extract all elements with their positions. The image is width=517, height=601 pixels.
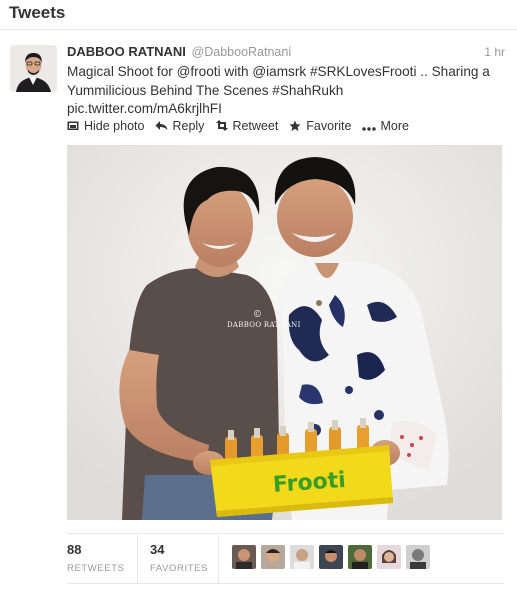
avatar-image bbox=[10, 45, 57, 92]
stats-separator bbox=[137, 534, 138, 583]
more-label: More bbox=[380, 119, 409, 133]
author-fullname[interactable]: DABBOO RATNANI bbox=[67, 44, 186, 59]
tweet-stats: 88 RETWEETS 34 FAVORITES bbox=[67, 534, 504, 583]
favorite-button[interactable]: Favorite bbox=[289, 119, 351, 133]
favoriter-avatar[interactable] bbox=[348, 545, 372, 569]
tweet-header: DABBOO RATNANI @DabbooRatnani bbox=[67, 44, 291, 59]
favoriter-avatar[interactable] bbox=[290, 545, 314, 569]
favoriter-avatar[interactable] bbox=[377, 545, 401, 569]
retweet-label: Retweet bbox=[232, 119, 279, 133]
stats-divider-bottom bbox=[67, 583, 504, 584]
photo-image: © DABBOO RATNANI Frooti bbox=[67, 145, 502, 520]
retweets-label: RETWEETS bbox=[67, 563, 125, 574]
author-avatar[interactable] bbox=[10, 45, 57, 92]
retweets-count: 88 bbox=[67, 542, 82, 557]
stats-separator bbox=[218, 534, 219, 583]
favorites-stat[interactable]: 34 FAVORITES bbox=[150, 542, 208, 574]
favorites-count: 34 bbox=[150, 542, 165, 557]
favoriter-avatar[interactable] bbox=[232, 545, 256, 569]
retweet-button[interactable]: Retweet bbox=[215, 119, 278, 133]
mention-frooti[interactable]: @frooti bbox=[177, 64, 221, 79]
favoriter-avatar[interactable] bbox=[261, 545, 285, 569]
favoriter-avatar[interactable] bbox=[319, 545, 343, 569]
crate-brand: Frooti bbox=[272, 468, 346, 498]
reply-button[interactable]: Reply bbox=[155, 119, 204, 133]
timeline-title: Tweets bbox=[9, 3, 66, 22]
star-icon bbox=[289, 120, 302, 132]
hashtag-shahrukh[interactable]: #ShahRukh bbox=[272, 83, 343, 98]
photo-icon bbox=[67, 120, 80, 132]
photo-link[interactable]: pic.twitter.com/mA6krjlhFI bbox=[67, 101, 222, 116]
favorite-label: Favorite bbox=[306, 119, 352, 133]
photo-watermark-text: DABBOO RATNANI bbox=[227, 321, 301, 329]
more-button[interactable]: More bbox=[362, 119, 409, 133]
hashtag-srklovesfrooti[interactable]: #SRKLovesFrooti bbox=[310, 64, 417, 79]
favorites-label: FAVORITES bbox=[150, 563, 209, 574]
reply-icon bbox=[155, 120, 168, 132]
reply-label: Reply bbox=[172, 119, 205, 133]
retweet-icon bbox=[215, 120, 229, 132]
favoriter-avatars bbox=[232, 545, 435, 569]
tweet-actions: Hide photo Reply Retweet Favorite More bbox=[67, 118, 420, 134]
tweet-timestamp[interactable]: 1 hr bbox=[484, 45, 505, 59]
mention-iamsrk[interactable]: @iamsrk bbox=[252, 64, 306, 79]
timeline-header: Tweets bbox=[0, 0, 517, 30]
author-username[interactable]: @DabbooRatnani bbox=[192, 45, 292, 59]
photo-watermark-symbol: © bbox=[253, 310, 262, 320]
hide-photo-button[interactable]: Hide photo bbox=[67, 119, 144, 133]
tweet-text: Magical Shoot for @frooti with @iamsrk #… bbox=[67, 63, 507, 119]
hide-photo-label: Hide photo bbox=[84, 119, 145, 133]
tweet-text-part: with bbox=[220, 64, 253, 79]
tweet-photo[interactable]: © DABBOO RATNANI Frooti bbox=[67, 145, 502, 520]
retweets-stat[interactable]: 88 RETWEETS bbox=[67, 542, 125, 574]
more-dots-icon bbox=[362, 120, 377, 132]
favoriter-avatar[interactable] bbox=[406, 545, 430, 569]
tweet-text-part: Magical Shoot for bbox=[67, 64, 177, 79]
